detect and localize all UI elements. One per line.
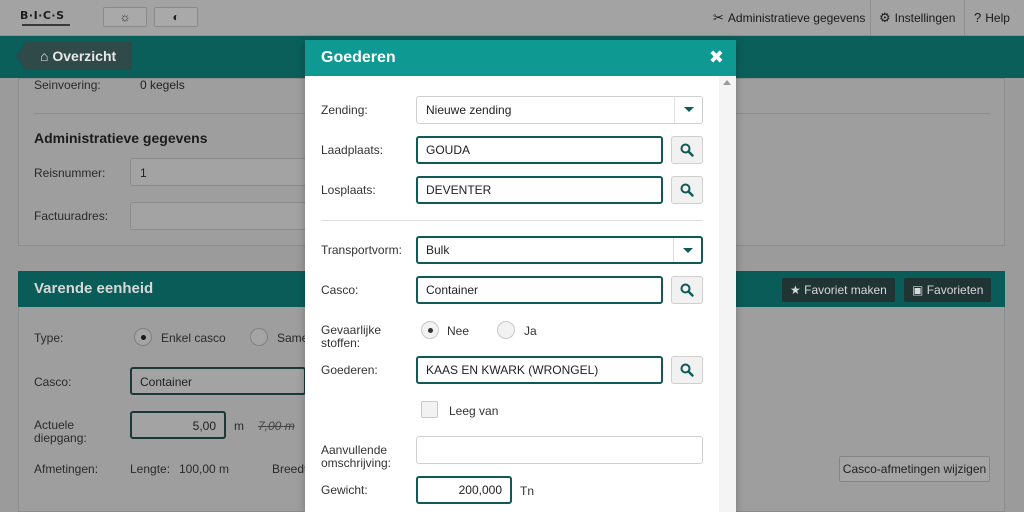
losplaats-label: Losplaats: — [321, 183, 376, 197]
transportvorm-select[interactable]: Bulk — [416, 236, 703, 264]
gewicht-unit: Tn — [520, 484, 535, 498]
goederen-input[interactable]: KAAS EN KWARK (WRONGEL) — [416, 356, 663, 384]
favoriet-maken-button[interactable]: ★ Favoriet maken — [782, 278, 895, 302]
goederen-modal: Goederen ✖ Zending: Nieuwe zending Laadp… — [305, 40, 736, 512]
search-icon — [680, 283, 694, 297]
diepgang-max: 7,00 m — [258, 419, 295, 433]
type-label: Type: — [34, 331, 64, 345]
back-to-overview-button[interactable]: ⌂ Overzicht — [16, 42, 132, 70]
modal-scrollbar[interactable] — [719, 76, 736, 512]
seinvoering-value: 0 kegels — [140, 78, 185, 92]
losplaats-input[interactable]: DEVENTER — [416, 176, 663, 204]
aanvullende-omschrijving-label: Aanvullende omschrijving: — [321, 443, 392, 470]
modal-header: Goederen ✖ — [305, 40, 736, 76]
nav-help[interactable]: ? Help — [974, 10, 1010, 25]
type-enkel-casco-label: Enkel casco — [161, 331, 226, 345]
gevaarlijk-ja-radio[interactable] — [497, 321, 515, 339]
casco-search-button[interactable] — [671, 276, 703, 304]
top-bar: B·I·C·S ☼ ◐ ✂ Administratieve gegevens ⚙ I… — [0, 0, 1024, 36]
nav-instellingen[interactable]: ⚙ Instellingen — [879, 10, 955, 26]
afmetingen-label: Afmetingen: — [34, 462, 99, 476]
star-icon: ★ — [790, 283, 801, 297]
home-icon: ⌂ — [40, 48, 49, 64]
lengte-label: Lengte: — [130, 462, 171, 476]
leeg-van-checkbox[interactable] — [421, 401, 438, 418]
varende-eenheid-title: Varende eenheid — [34, 280, 154, 297]
laadplaats-label: Laadplaats: — [321, 143, 384, 157]
gewicht-label: Gewicht: — [321, 483, 368, 497]
zending-select[interactable]: Nieuwe zending — [416, 96, 703, 124]
contrast-mode-button[interactable]: ◐ — [154, 7, 198, 27]
laadplaats-input[interactable]: GOUDA — [416, 136, 663, 164]
leeg-van-label: Leeg van — [449, 404, 499, 418]
type-samenstelling-label: Same — [277, 331, 309, 345]
zending-label: Zending: — [321, 103, 368, 117]
light-mode-button[interactable]: ☼ — [103, 7, 147, 27]
reisnummer-label: Reisnummer: — [34, 166, 106, 180]
gears-icon: ⚙ — [879, 10, 891, 25]
chevron-down-icon — [673, 238, 701, 262]
modal-casco-input[interactable]: Container — [416, 276, 663, 304]
type-enkel-casco-radio[interactable] — [134, 328, 152, 346]
goederen-label: Goederen: — [321, 363, 378, 377]
transportvorm-label: Transportvorm: — [321, 243, 402, 257]
reisnummer-input[interactable]: 1 — [130, 158, 306, 186]
modal-casco-label: Casco: — [321, 283, 359, 297]
help-icon: ? — [974, 10, 982, 25]
diepgang-unit: m — [234, 419, 244, 433]
nav-administratieve-gegevens[interactable]: ✂ Administratieve gegevens — [713, 10, 865, 26]
chevron-down-icon — [674, 97, 702, 123]
search-icon — [680, 363, 694, 377]
losplaats-search-button[interactable] — [671, 176, 703, 204]
bics-logo[interactable]: B·I·C·S — [20, 8, 72, 30]
admin-section-title: Administratieve gegevens — [34, 130, 208, 146]
lengte-value: 100,00 m — [179, 462, 230, 476]
folder-star-icon: ▣ — [912, 283, 924, 297]
gevaarlijk-nee-radio[interactable] — [421, 321, 439, 339]
close-icon[interactable]: ✖ — [709, 47, 724, 68]
modal-divider — [321, 220, 703, 221]
scroll-up-icon[interactable] — [723, 80, 731, 85]
seinvoering-label: Seinvoering: — [34, 78, 101, 92]
favorieten-button[interactable]: ▣ Favorieten — [904, 278, 992, 302]
diepgang-label: Actuele diepgang: — [34, 418, 87, 445]
diepgang-input[interactable]: 5,00 — [130, 411, 226, 439]
breedte-label: Breedt — [272, 462, 308, 476]
half-sun-icon: ◐ — [172, 10, 180, 24]
gevaarlijke-stoffen-label: Gevaarlijke stoffen: — [321, 323, 382, 350]
aanvullende-omschrijving-input[interactable] — [416, 436, 703, 464]
modal-title: Goederen — [321, 49, 396, 66]
wrench-screwdriver-icon: ✂ — [713, 10, 724, 25]
search-icon — [680, 143, 694, 157]
casco-label: Casco: — [34, 375, 72, 389]
logo-text: B·I·C·S — [20, 9, 65, 22]
casco-input[interactable]: Container — [130, 367, 306, 395]
sun-icon: ☼ — [119, 10, 131, 24]
factuuradres-input[interactable] — [130, 202, 306, 230]
casco-afmetingen-wijzigen-button[interactable]: Casco-afmetingen wijzigen — [839, 456, 990, 482]
laadplaats-search-button[interactable] — [671, 136, 703, 164]
goederen-search-button[interactable] — [671, 356, 703, 384]
gevaarlijk-nee-label: Nee — [447, 324, 470, 338]
factuuradres-label: Factuuradres: — [34, 209, 109, 223]
gewicht-input[interactable]: 200,000 — [416, 476, 512, 504]
type-samenstelling-radio[interactable] — [250, 328, 268, 346]
gevaarlijk-ja-label: Ja — [524, 324, 537, 338]
search-icon — [680, 183, 694, 197]
